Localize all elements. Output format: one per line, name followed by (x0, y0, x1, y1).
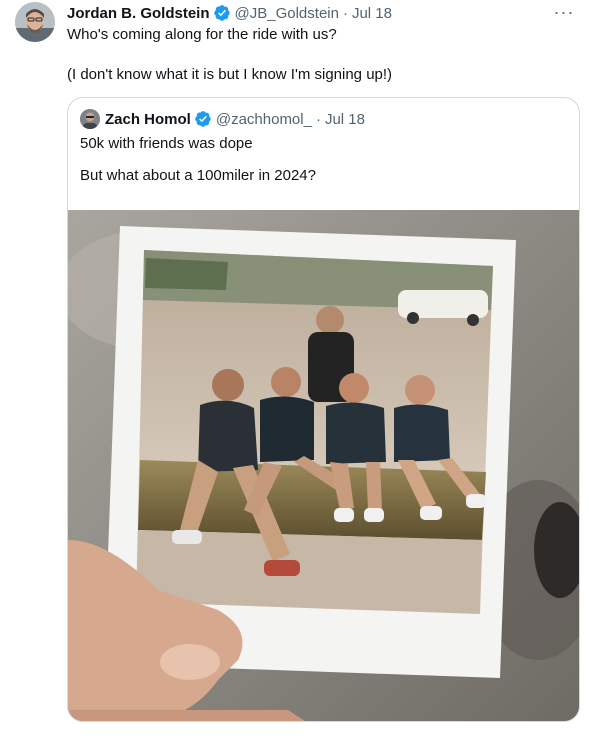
tweet[interactable]: Jordan B. Goldstein @JB_Goldstein · Jul … (0, 0, 589, 736)
verified-badge-icon (194, 110, 212, 128)
quoted-tweet-timestamp: Jul 18 (324, 110, 365, 128)
author-handle[interactable]: @JB_Goldstein (235, 5, 339, 22)
tweet-text-line: Who's coming along for the ride with us? (67, 26, 337, 43)
tweet-text: Who's coming along for the ride with us?… (67, 25, 572, 85)
polaroid-photo-image (68, 210, 579, 721)
tweet-text-line: (I don't know what it is but I know I'm … (67, 66, 393, 83)
quoted-text-line: But what about a 100miler in 2024? (80, 167, 316, 184)
author-avatar[interactable] (15, 2, 55, 42)
quoted-tweet-header: Zach Homol @zachhomol_ · Jul 18 (80, 109, 365, 129)
quoted-author-handle: @zachhomol_ (215, 110, 312, 128)
quoted-author-avatar (80, 109, 100, 129)
quoted-author-name[interactable]: Zach Homol (105, 111, 191, 128)
more-options-icon[interactable]: ··· (551, 2, 577, 22)
separator-dot: · (315, 110, 321, 128)
quoted-tweet-photo[interactable] (68, 210, 579, 721)
separator-dot: · (342, 4, 348, 22)
quoted-tweet[interactable]: Zach Homol @zachhomol_ · Jul 18 50k with… (67, 97, 580, 722)
quoted-tweet-text: 50k with friends was dope But what about… (80, 134, 570, 186)
author-name[interactable]: Jordan B. Goldstein (67, 5, 210, 22)
avatar-image (15, 2, 55, 42)
quoted-text-line: 50k with friends was dope (80, 135, 253, 152)
tweet-timestamp[interactable]: Jul 18 (352, 5, 392, 22)
verified-badge-icon (213, 4, 231, 22)
tweet-header: Jordan B. Goldstein @JB_Goldstein · Jul … (67, 3, 392, 23)
